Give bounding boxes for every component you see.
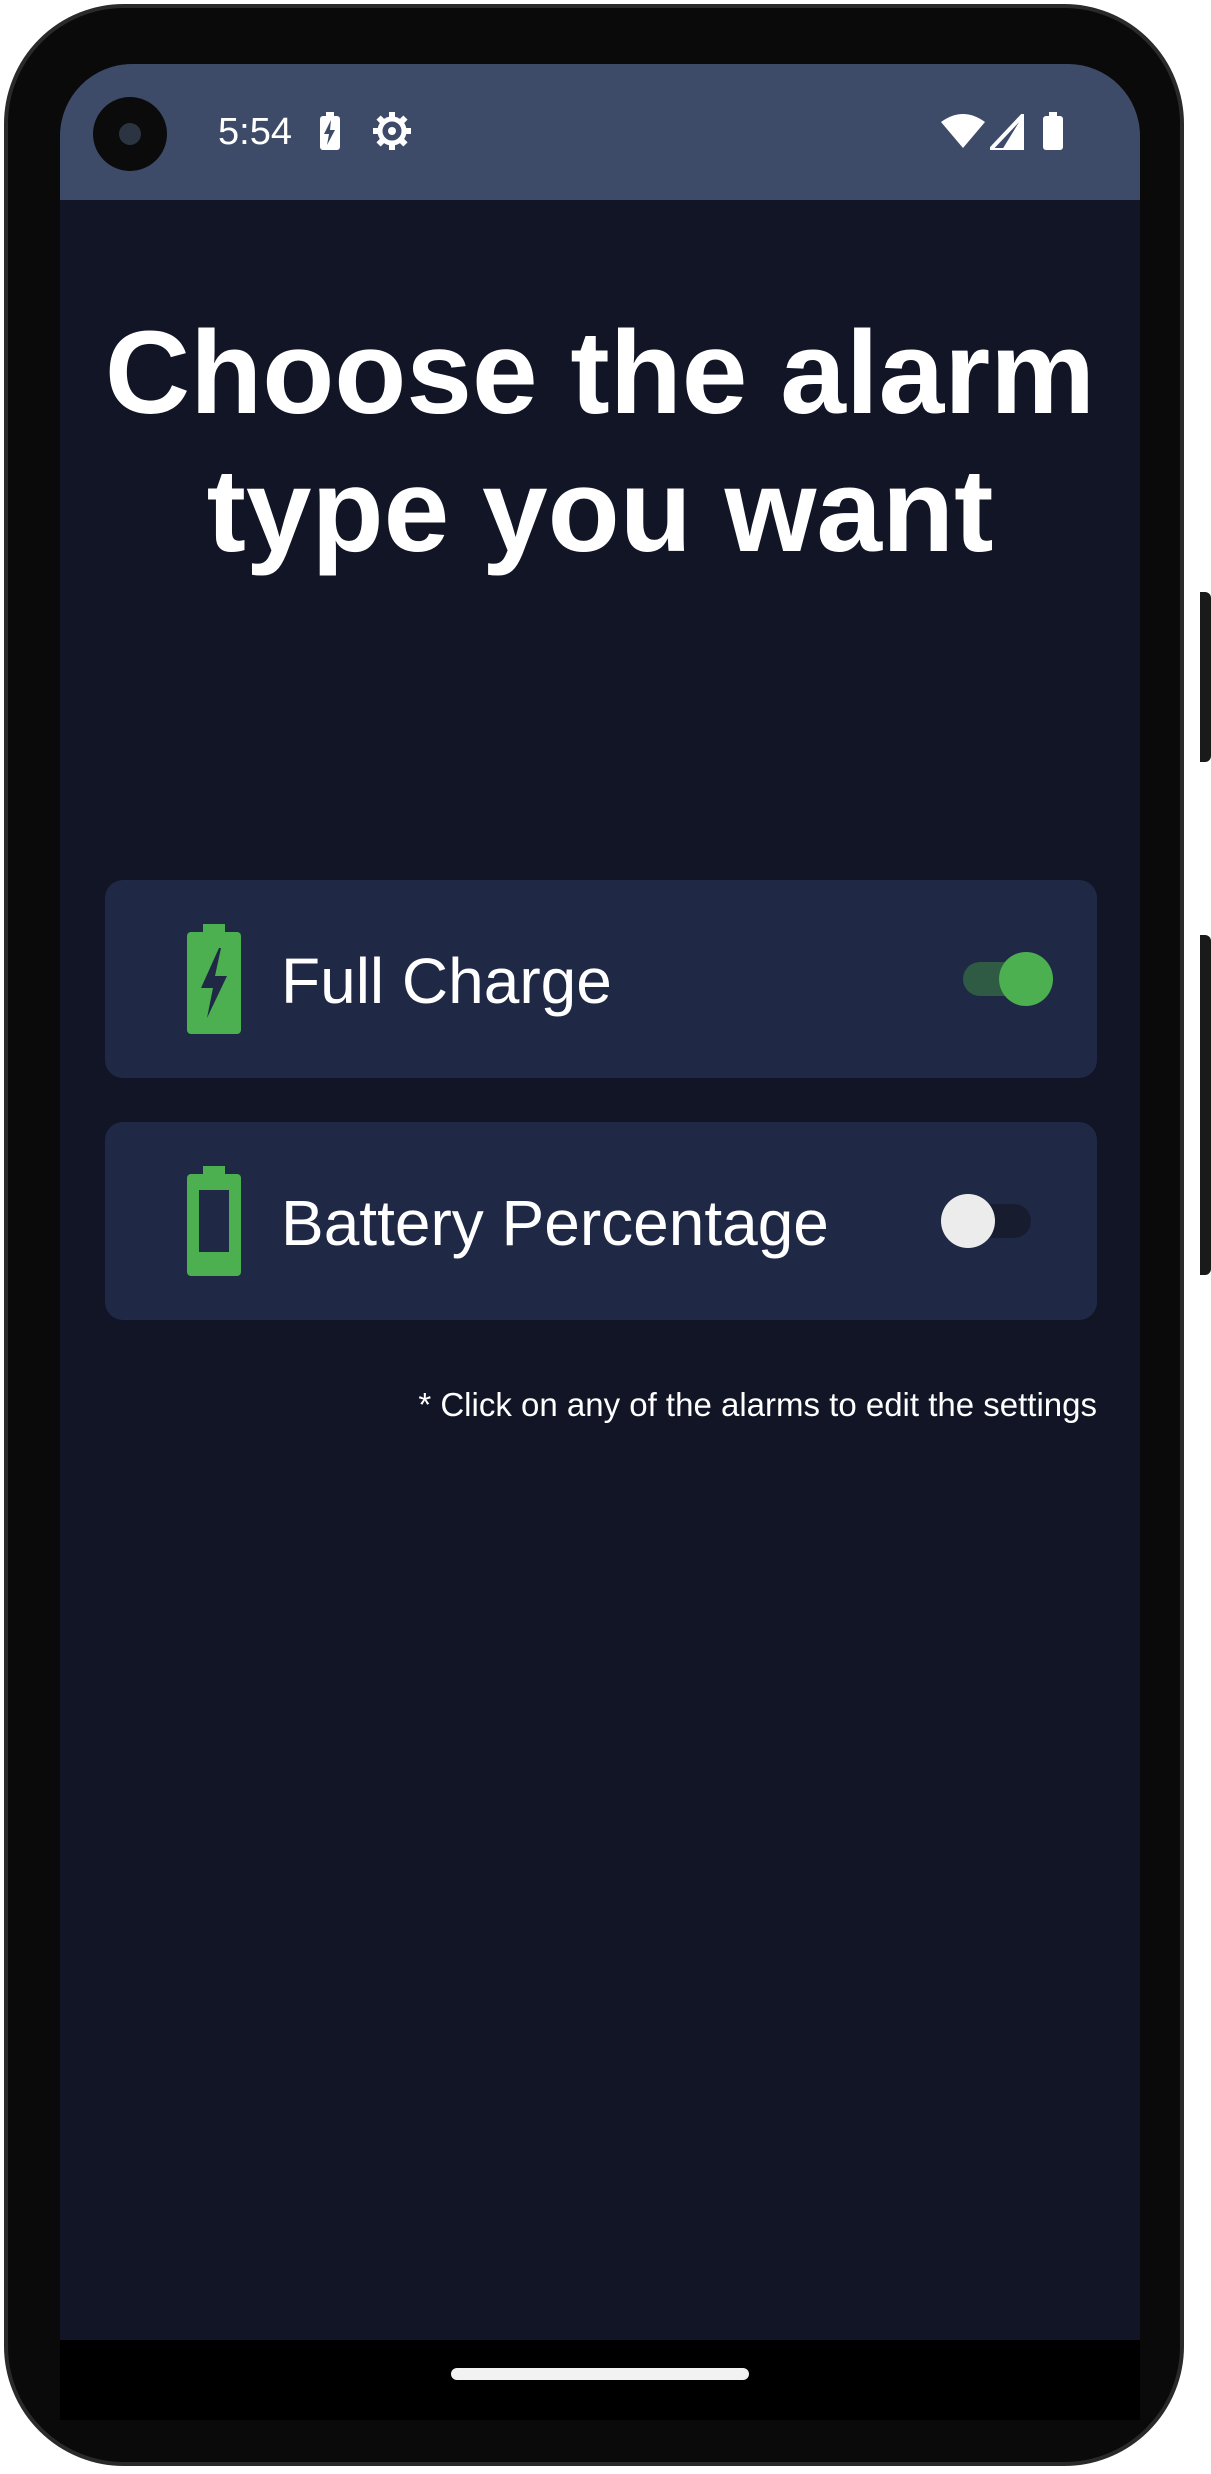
alarm-card-full-charge[interactable]: Full Charge xyxy=(105,880,1097,1078)
front-camera xyxy=(93,97,167,171)
app-screen: 5:54 Choose the alarm type you want Full… xyxy=(60,64,1140,2340)
hint-text: * Click on any of the alarms to edit the… xyxy=(418,1386,1097,1423)
power-button xyxy=(1200,935,1211,1275)
status-time: 5:54 xyxy=(218,111,292,153)
battery-percentage-toggle[interactable] xyxy=(941,1186,1031,1256)
battery-icon xyxy=(1043,112,1063,150)
battery-full-icon xyxy=(187,1166,241,1276)
alarm-label-full-charge: Full Charge xyxy=(281,945,612,1017)
signal-icon xyxy=(990,114,1024,150)
full-charge-toggle[interactable] xyxy=(963,944,1053,1014)
home-indicator[interactable] xyxy=(451,2368,749,2380)
alarm-label-battery-percentage: Battery Percentage xyxy=(281,1187,829,1259)
alarm-card-battery-percentage[interactable]: Battery Percentage xyxy=(105,1122,1097,1320)
battery-charging-icon xyxy=(187,924,241,1034)
toggle-thumb xyxy=(999,952,1053,1006)
navigation-bar xyxy=(60,2340,1140,2420)
battery-saver-icon xyxy=(320,112,340,150)
volume-button xyxy=(1200,592,1211,762)
wifi-icon xyxy=(941,114,985,148)
page-title-line-2: type you want xyxy=(206,445,994,577)
page-title: Choose the alarm type you want xyxy=(60,304,1140,580)
page-title-line-1: Choose the alarm xyxy=(104,307,1096,439)
camera-lens xyxy=(119,123,141,145)
status-bar: 5:54 xyxy=(60,64,1140,200)
settings-icon xyxy=(373,112,411,150)
toggle-thumb xyxy=(941,1194,995,1248)
